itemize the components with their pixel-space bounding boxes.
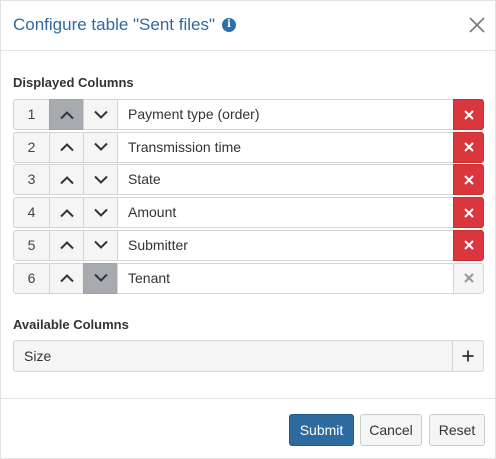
column-label: Submitter [117,229,454,261]
remove-icon [463,142,474,152]
chevron-down-icon [93,175,108,184]
chevron-down-icon [93,241,108,250]
remove-column-button[interactable] [453,229,484,261]
column-label: Amount [117,197,454,229]
displayed-column-row: 3 State [13,164,484,196]
move-up-button[interactable] [49,99,84,130]
chevron-up-icon [59,175,74,185]
configure-table-dialog: Configure table "Sent files" i Displayed… [0,0,496,459]
move-down-button[interactable] [83,164,118,196]
available-columns-heading: Available Columns [13,317,129,332]
column-label: Payment type (order) [117,99,454,130]
column-index: 1 [13,99,50,130]
column-index: 4 [13,197,50,229]
move-up-button[interactable] [49,229,84,261]
plus-icon [462,350,474,362]
remove-column-button[interactable] [453,197,484,229]
dialog-header: Configure table "Sent files" i [1,1,495,51]
chevron-up-icon [59,274,74,283]
displayed-column-row: 5 Submitter [13,229,484,261]
move-down-button[interactable] [83,229,118,261]
chevron-up-icon [59,241,74,250]
displayed-column-row: 2 Transmission time [13,131,484,163]
info-circle-icon[interactable]: i [222,18,236,32]
column-label: Tenant [117,262,454,294]
remove-column-button[interactable] [453,99,484,130]
displayed-column-row: 1 Payment type (order) [13,99,484,130]
displayed-columns-heading: Displayed Columns [13,75,134,90]
move-up-button[interactable] [49,164,84,196]
remove-icon [463,175,474,185]
column-index: 6 [13,262,50,294]
move-down-button[interactable] [83,197,118,229]
remove-icon [463,273,474,283]
column-index: 2 [13,131,50,163]
close-icon[interactable] [466,14,488,36]
column-index: 3 [13,164,50,196]
remove-column-button[interactable] [453,262,484,294]
remove-icon [463,109,474,120]
remove-column-button[interactable] [453,131,484,163]
available-column-label: Size [13,340,453,372]
displayed-column-row: 4 Amount [13,197,484,229]
dialog-title: Configure table "Sent files" [13,15,216,34]
chevron-down-icon [93,208,108,217]
chevron-up-icon [59,143,74,152]
move-up-button[interactable] [49,131,84,163]
move-down-button[interactable] [83,99,118,130]
available-column-item: Size [13,340,484,372]
displayed-column-row: 6 Tenant [13,262,484,294]
chevron-down-icon [93,110,108,119]
remove-icon [463,240,474,251]
chevron-up-icon [59,110,74,119]
chevron-down-icon [93,142,108,152]
submit-button[interactable]: Submit [289,414,354,446]
move-down-button[interactable] [83,131,118,163]
column-label: Transmission time [117,131,454,163]
column-index: 5 [13,229,50,261]
remove-icon [463,207,474,218]
move-up-button[interactable] [49,197,84,229]
chevron-down-icon [93,273,108,282]
remove-column-button[interactable] [453,164,484,196]
move-down-button[interactable] [83,262,118,294]
add-column-button[interactable] [452,340,484,372]
column-label: State [117,164,454,196]
move-up-button[interactable] [49,262,84,294]
chevron-up-icon [59,208,74,217]
footer-divider [1,398,495,399]
reset-button[interactable]: Reset [429,414,485,446]
cancel-button[interactable]: Cancel [360,414,422,446]
